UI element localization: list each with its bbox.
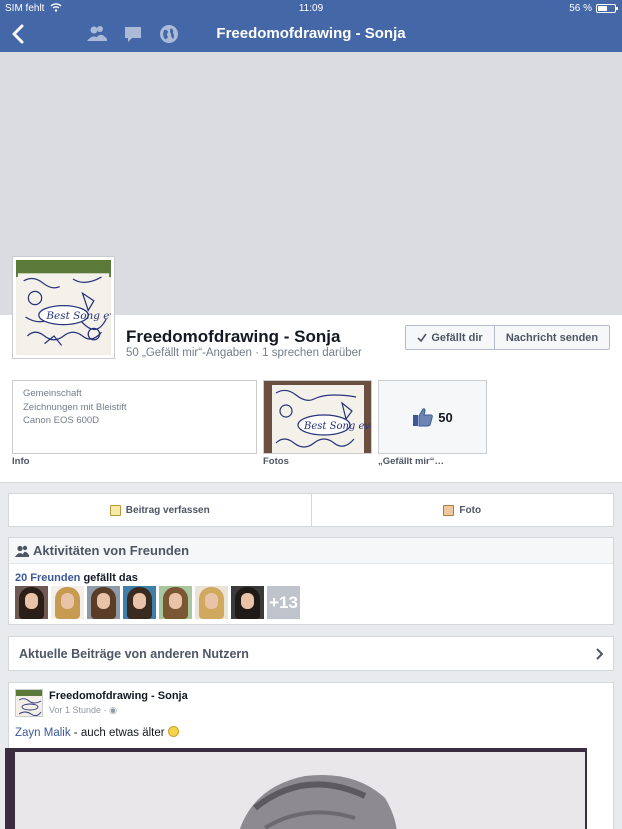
friends-icon bbox=[15, 545, 29, 557]
likes-count: 50 bbox=[438, 409, 453, 425]
note-icon bbox=[109, 504, 121, 516]
photo-drawing: Best Song ever bbox=[264, 381, 372, 453]
more-friends-badge[interactable]: +13 bbox=[267, 586, 300, 619]
likes-label: „Gefällt mir“… bbox=[378, 456, 444, 467]
globe-icon: ◉ bbox=[109, 705, 117, 715]
liked-button[interactable]: Gefällt dir bbox=[405, 325, 495, 350]
friend-avatar-face bbox=[97, 593, 110, 609]
friend-avatar[interactable] bbox=[51, 586, 84, 619]
friends-like-line: 20 Freunden gefällt das bbox=[15, 572, 138, 584]
chevron-right-icon bbox=[596, 647, 603, 660]
send-message-button[interactable]: Nachricht senden bbox=[494, 325, 610, 350]
friend-avatar-face bbox=[61, 593, 74, 609]
post-time-text: Vor 1 Stunde · bbox=[49, 705, 107, 715]
status-bar: SIM fehlt 11:09 56 % bbox=[0, 0, 622, 17]
friend-avatar[interactable] bbox=[159, 586, 192, 619]
recent-posts-label: Aktuelle Beiträge von anderen Nutzern bbox=[19, 646, 249, 661]
write-post-label: Beitrag verfassen bbox=[125, 504, 210, 516]
post-author-avatar[interactable] bbox=[15, 689, 43, 717]
friends-activity-title: Aktivitäten von Freunden bbox=[33, 543, 190, 558]
top-bar: SIM fehlt 11:09 56 % Freedomofdrawing - … bbox=[0, 0, 622, 52]
pencil-portrait bbox=[5, 748, 587, 829]
page-stats: 50 „Gefällt mir“-Angaben · 1 sprechen da… bbox=[126, 347, 362, 359]
friend-avatar-face bbox=[169, 593, 182, 609]
friend-avatar[interactable] bbox=[87, 586, 120, 619]
photo-label: Foto bbox=[459, 504, 482, 516]
friend-avatar-face bbox=[241, 593, 254, 609]
drawing-image: Best Song ever bbox=[16, 260, 111, 355]
battery-icon bbox=[596, 4, 618, 13]
post-author-name[interactable]: Freedomofdrawing - Sonja bbox=[49, 690, 188, 702]
photos-thumbnail[interactable]: Best Song ever bbox=[263, 380, 372, 454]
mention-link[interactable]: Zayn Malik bbox=[15, 727, 71, 739]
post-timestamp: Vor 1 Stunde · ◉ bbox=[49, 705, 117, 716]
liked-button-label: Gefällt dir bbox=[431, 331, 483, 344]
send-message-label: Nachricht senden bbox=[505, 331, 599, 344]
friend-avatar[interactable] bbox=[15, 586, 48, 619]
drawing-art: Best Song ever bbox=[16, 260, 111, 354]
page-title: Freedomofdrawing - Sonja bbox=[216, 25, 406, 42]
checkmark-icon bbox=[417, 333, 427, 342]
friends-activity-heading: Aktivitäten von Freunden bbox=[9, 538, 613, 564]
composer: Beitrag verfassen Foto bbox=[8, 493, 614, 527]
friend-avatar[interactable] bbox=[123, 586, 156, 619]
navigation-bar: Freedomofdrawing - Sonja bbox=[0, 17, 622, 52]
photo-drawing-caption: Best Song ever bbox=[303, 421, 372, 432]
post-photo[interactable] bbox=[5, 748, 587, 829]
photos-label: Fotos bbox=[263, 456, 289, 467]
info-box[interactable]: Gemeinschaft Zeichnungen mit Bleistift C… bbox=[12, 380, 257, 454]
post-body: - auch etwas älter bbox=[70, 727, 168, 739]
friend-avatar-face bbox=[133, 593, 146, 609]
drawing-caption: Best Song ever bbox=[45, 310, 111, 322]
friends-count-link[interactable]: 20 Freunden bbox=[15, 572, 80, 584]
post-text: Zayn Malik - auch etwas älter bbox=[15, 726, 179, 739]
friend-avatar-face bbox=[205, 593, 218, 609]
info-description: Zeichnungen mit Bleistift bbox=[23, 401, 127, 413]
clock: 11:09 bbox=[298, 3, 324, 14]
friends-activity-card: Aktivitäten von Freunden 20 Freunden gef… bbox=[8, 537, 614, 625]
page-name: Freedomofdrawing - Sonja bbox=[126, 327, 341, 346]
recent-posts-row[interactable]: Aktuelle Beiträge von anderen Nutzern bbox=[8, 636, 614, 671]
battery-percent: 56 % bbox=[569, 3, 592, 14]
likes-box[interactable]: 50 bbox=[378, 380, 487, 454]
friends-like-suffix: gefällt das bbox=[80, 572, 138, 584]
info-label: Info bbox=[12, 456, 30, 467]
write-post-button[interactable]: Beitrag verfassen bbox=[9, 494, 311, 526]
info-camera: Canon EOS 600D bbox=[23, 415, 100, 426]
post-avatar-drawing bbox=[16, 690, 42, 716]
camera-icon bbox=[443, 504, 455, 516]
photo-button[interactable]: Foto bbox=[310, 494, 614, 526]
smiley-icon bbox=[167, 726, 179, 737]
friend-avatar[interactable] bbox=[195, 586, 228, 619]
friend-avatar[interactable] bbox=[231, 586, 264, 619]
post-card: Freedomofdrawing - Sonja Vor 1 Stunde · … bbox=[5, 682, 614, 829]
info-category: Gemeinschaft bbox=[23, 388, 82, 399]
friend-avatar-face bbox=[25, 593, 38, 609]
thumbs-up-icon bbox=[413, 408, 434, 427]
profile-picture[interactable]: Best Song ever bbox=[12, 256, 115, 359]
friend-avatars: +13 bbox=[15, 586, 300, 619]
